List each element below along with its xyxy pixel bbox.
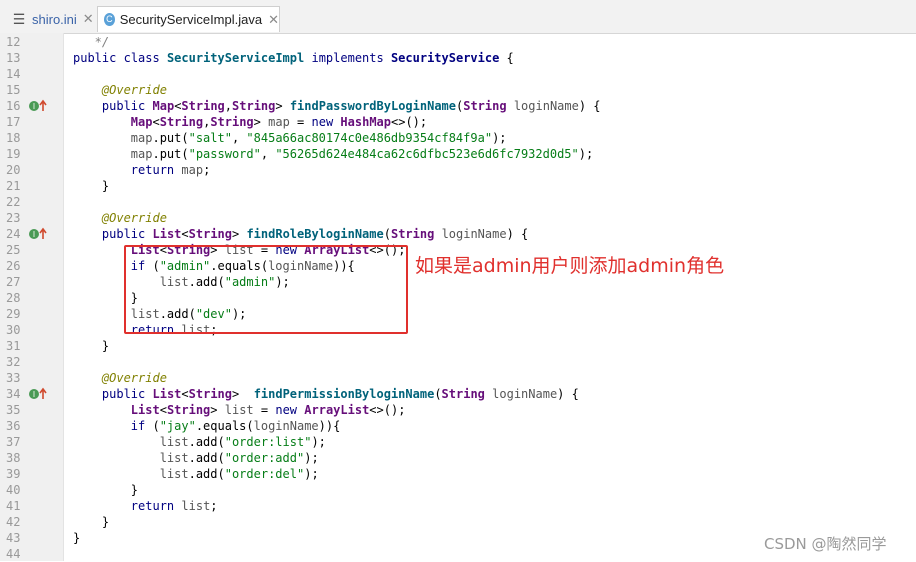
line-number: 25 (6, 243, 21, 257)
code-line[interactable]: 23 @Override (0, 210, 916, 226)
code-text: map.put("password", "56265d624e484ca62c6… (130, 147, 594, 161)
svg-text:I: I (33, 230, 35, 239)
code-line[interactable]: 20 return map; (0, 162, 916, 178)
code-text: } (73, 179, 110, 193)
line-number: 13 (6, 51, 21, 65)
code-line[interactable]: 40 } (0, 482, 916, 498)
line-number: 17 (6, 115, 21, 129)
line-number: 29 (6, 307, 21, 321)
code-text: @Override (101, 211, 167, 225)
line-number: 12 (6, 35, 21, 49)
code-line[interactable]: 22 (0, 194, 916, 210)
code-text: Map<String,String> map = new HashMap<>()… (130, 115, 428, 129)
code-text: return list; (130, 499, 218, 513)
tab-security-service-impl[interactable]: C SecurityServiceImpl.java ✕ (97, 6, 280, 32)
close-icon[interactable]: ✕ (83, 11, 94, 27)
line-number: 15 (6, 83, 21, 97)
tab-label: SecurityServiceImpl.java (119, 12, 263, 27)
line-number: 33 (6, 371, 21, 385)
code-text: } (73, 515, 110, 529)
line-number: 21 (6, 179, 21, 193)
code-text: public List<String> findPermissionBylogi… (101, 387, 579, 401)
line-number: 42 (6, 515, 21, 529)
line-number: 22 (6, 195, 21, 209)
line-number: 16 (6, 99, 21, 113)
code-text: if ("jay".equals(loginName)){ (130, 419, 341, 433)
svg-text:I: I (33, 390, 35, 399)
code-line[interactable]: 15 @Override (0, 82, 916, 98)
line-number: 14 (6, 67, 21, 81)
code-line[interactable]: 19 map.put("password", "56265d624e484ca6… (0, 146, 916, 162)
line-number: 26 (6, 259, 21, 273)
code-line[interactable]: 33 @Override (0, 370, 916, 386)
line-number: 37 (6, 435, 21, 449)
tab-shiro-ini[interactable]: ☰ shiro.ini ✕ (4, 6, 94, 32)
line-number: 30 (6, 323, 21, 337)
code-text: map.put("salt", "845a66ac80174c0e486db93… (130, 131, 507, 145)
code-line[interactable]: 16 I public Map<String,String> findPasswo… (0, 98, 916, 114)
annotation-note: 如果是admin用户则添加admin角色 (415, 255, 725, 277)
line-number: 38 (6, 451, 21, 465)
code-text: list.add("order:list"); (159, 435, 326, 449)
code-line[interactable]: 37 list.add("order:list"); (0, 434, 916, 450)
override-gutter-icon[interactable]: I (28, 99, 50, 113)
line-number: 27 (6, 275, 21, 289)
line-number: 20 (6, 163, 21, 177)
line-number: 24 (6, 227, 21, 241)
line-number: 23 (6, 211, 21, 225)
line-number: 19 (6, 147, 21, 161)
ini-file-icon: ☰ (12, 10, 26, 27)
code-text: return map; (130, 163, 211, 177)
code-line[interactable]: 12 */ (0, 34, 916, 50)
close-icon[interactable]: ✕ (268, 12, 279, 28)
code-line[interactable]: 13 public class SecurityServiceImpl imple… (0, 50, 916, 66)
tab-label: shiro.ini (32, 11, 77, 27)
line-number: 32 (6, 355, 21, 369)
svg-text:I: I (33, 102, 35, 111)
code-text: public List<String> findRoleByloginName(… (101, 227, 529, 241)
watermark: CSDN @陶然同学 (764, 535, 887, 553)
code-line[interactable]: 36 if ("jay".equals(loginName)){ (0, 418, 916, 434)
override-gutter-icon[interactable]: I (28, 387, 50, 401)
code-text: */ (73, 35, 110, 49)
java-class-icon: C (104, 13, 115, 26)
code-text: @Override (101, 371, 167, 385)
code-text: public Map<String,String> findPasswordBy… (101, 99, 601, 113)
line-number: 34 (6, 387, 21, 401)
line-number: 35 (6, 403, 21, 417)
line-number: 39 (6, 467, 21, 481)
code-text: @Override (101, 83, 167, 97)
code-line[interactable]: 38 list.add("order:add"); (0, 450, 916, 466)
line-number: 40 (6, 483, 21, 497)
code-text: list.add("order:del"); (159, 467, 319, 481)
code-line[interactable]: 18 map.put("salt", "845a66ac80174c0e486d… (0, 130, 916, 146)
highlight-box (124, 245, 408, 334)
line-number: 44 (6, 547, 21, 561)
editor-tab-bar: ☰ shiro.ini ✕ C SecurityServiceImpl.java… (0, 0, 916, 34)
line-number: 41 (6, 499, 21, 513)
code-line[interactable]: 31 } (0, 338, 916, 354)
code-text: } (73, 531, 81, 545)
line-number: 28 (6, 291, 21, 305)
line-number: 43 (6, 531, 21, 545)
code-line[interactable]: 42 } (0, 514, 916, 530)
override-gutter-icon[interactable]: I (28, 227, 50, 241)
code-text: List<String> list = new ArrayList<>(); (130, 403, 406, 417)
line-number: 31 (6, 339, 21, 353)
code-text: list.add("order:add"); (159, 451, 319, 465)
line-number: 36 (6, 419, 21, 433)
code-line[interactable]: 24 I public List<String> findRoleByloginN… (0, 226, 916, 242)
code-text: } (73, 483, 139, 497)
code-line[interactable]: 21 } (0, 178, 916, 194)
code-line[interactable]: 41 return list; (0, 498, 916, 514)
code-text: } (73, 339, 110, 353)
code-text: public class SecurityServiceImpl impleme… (73, 51, 514, 65)
code-line[interactable]: 34 I public List<String> findPermissionBy… (0, 386, 916, 402)
code-line[interactable]: 32 (0, 354, 916, 370)
code-line[interactable]: 14 (0, 66, 916, 82)
code-line[interactable]: 39 list.add("order:del"); (0, 466, 916, 482)
code-line[interactable]: 17 Map<String,String> map = new HashMap<… (0, 114, 916, 130)
line-number: 18 (6, 131, 21, 145)
code-line[interactable]: 35 List<String> list = new ArrayList<>()… (0, 402, 916, 418)
